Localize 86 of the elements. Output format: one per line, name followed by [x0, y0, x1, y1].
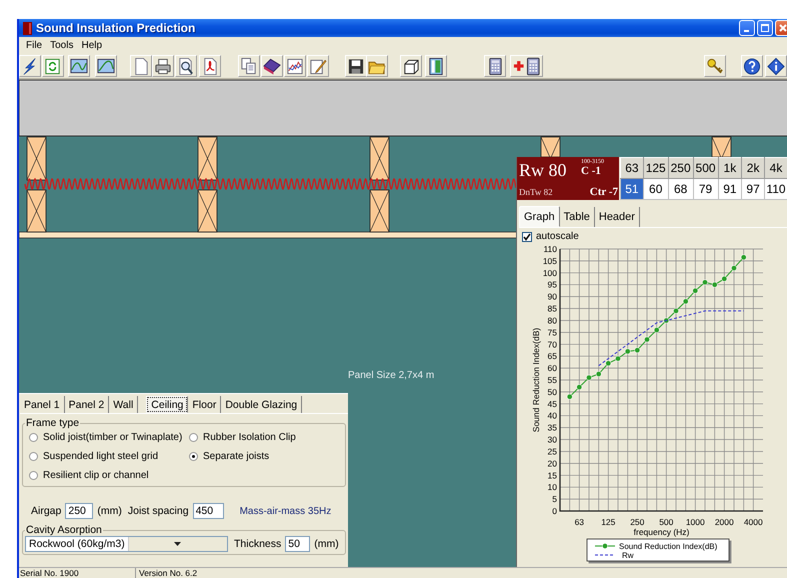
column-header: 4k — [764, 158, 787, 178]
tick-label: 100 — [542, 268, 557, 278]
option-label: Separate joists — [203, 451, 270, 462]
column-header: 125 — [643, 158, 668, 178]
legend-label: Sound Reduction Index(dB) — [619, 542, 718, 551]
tab[interactable]: Header — [594, 207, 640, 227]
option-label: Resilient clip or channel — [43, 470, 149, 481]
material-dropdown[interactable]: Rockwool (60kg/m3) — [25, 536, 228, 552]
tick-label: 15 — [548, 470, 557, 480]
rw-rating: Rw 80 — [519, 161, 568, 179]
c-correction: C -1 — [581, 166, 602, 177]
tick-label: 4000 — [744, 517, 763, 527]
tick-label: 65 — [548, 351, 557, 362]
tick-label: 70 — [548, 339, 557, 350]
group-title: Cavity Asorption — [25, 524, 103, 536]
legend-label: Rw — [622, 551, 634, 560]
table-cell[interactable]: 110 — [764, 178, 787, 200]
tab[interactable]: Panel 1 — [20, 396, 65, 413]
tab[interactable]: Wall — [109, 396, 138, 413]
table-cell[interactable]: 97 — [742, 178, 764, 200]
tick-label: 500 — [659, 517, 674, 527]
column-header: 250 — [668, 158, 694, 178]
tick-label: 55 — [548, 375, 557, 385]
column-header: 500 — [693, 158, 718, 178]
tick-label: 105 — [542, 256, 557, 266]
unit-label: (mm) — [314, 538, 339, 550]
tick-label: 125 — [601, 517, 616, 527]
tab[interactable]: Double Glazing — [221, 396, 302, 413]
joist-spacing-field[interactable]: 450 — [192, 503, 224, 519]
mass-air-mass-label: Mass-air-mass 35Hz — [240, 506, 332, 516]
tick-label: 85 — [548, 304, 557, 314]
checkbox-label: autoscale — [536, 231, 579, 242]
unit-label: (mm) — [97, 505, 122, 517]
group-title: Frame type — [25, 417, 80, 429]
table-cell[interactable]: 79 — [693, 178, 718, 200]
tick-label: 20 — [548, 458, 557, 468]
panel-size-label: Panel Size 2,7x4 m — [348, 370, 434, 381]
field-label: Thickness — [234, 538, 282, 550]
axis-title: frequency (Hz) — [634, 527, 690, 537]
menu-item[interactable]: File — [22, 40, 46, 50]
tick-label: 2000 — [714, 517, 734, 527]
table-cell[interactable]: 68 — [668, 178, 694, 200]
tick-label: 50 — [548, 386, 557, 397]
column-header: 1k — [718, 158, 742, 178]
tab[interactable]: Panel 2 — [64, 396, 110, 413]
column-header: 63 — [620, 158, 644, 178]
menu-item[interactable]: Help — [77, 40, 106, 50]
tab[interactable]: Floor — [188, 396, 222, 413]
tick-label: 45 — [548, 398, 557, 409]
tick-label: 40 — [548, 410, 557, 421]
tick-label: 5 — [552, 494, 557, 504]
ctr-correction: Ctr -7 — [590, 186, 619, 198]
tick-label: 25 — [548, 446, 557, 456]
option-label: Solid joist(timber or Twinaplate) — [43, 432, 182, 443]
field-label: Airgap — [31, 505, 62, 517]
tick-label: 80 — [548, 316, 557, 326]
table-cell[interactable]: 60 — [643, 178, 668, 200]
dntw-rating: DnTw 82 — [519, 186, 554, 196]
tick-label: 35 — [548, 422, 557, 433]
window-title: Sound Insulation Prediction — [36, 21, 196, 35]
tab[interactable]: Table — [560, 207, 595, 227]
axis-title: Sound Reduction Index(dB) — [531, 328, 541, 432]
airgap-field[interactable]: 250 — [65, 503, 94, 519]
tick-label: 0 — [552, 506, 557, 516]
tick-label: 75 — [548, 327, 557, 338]
option-label: Suspended light steel grid — [43, 451, 158, 462]
tab[interactable]: Ceiling — [146, 396, 188, 413]
tick-label: 95 — [548, 280, 557, 290]
tick-label: 63 — [574, 517, 584, 527]
table-cell[interactable]: 91 — [718, 178, 742, 200]
tick-label: 110 — [543, 244, 557, 254]
thickness-field[interactable]: 50 — [285, 536, 310, 552]
tab[interactable]: Graph — [519, 206, 560, 227]
tick-label: 90 — [548, 292, 557, 302]
tick-label: 60 — [548, 363, 557, 374]
table-cell[interactable]: 51 — [620, 178, 644, 200]
tick-label: 1000 — [686, 517, 705, 527]
field-label: Joist spacing — [128, 505, 189, 517]
tick-label: 250 — [630, 517, 644, 527]
option-label: Rubber Isolation Clip — [203, 432, 296, 443]
status-text: Version No. 6.2 — [138, 568, 198, 578]
tick-label: 30 — [548, 434, 557, 444]
column-header: 2k — [742, 158, 764, 178]
status-text: Serial No. 1900 — [19, 568, 136, 578]
tick-label: 10 — [548, 482, 557, 492]
menu-item[interactable]: Tools — [46, 40, 78, 50]
